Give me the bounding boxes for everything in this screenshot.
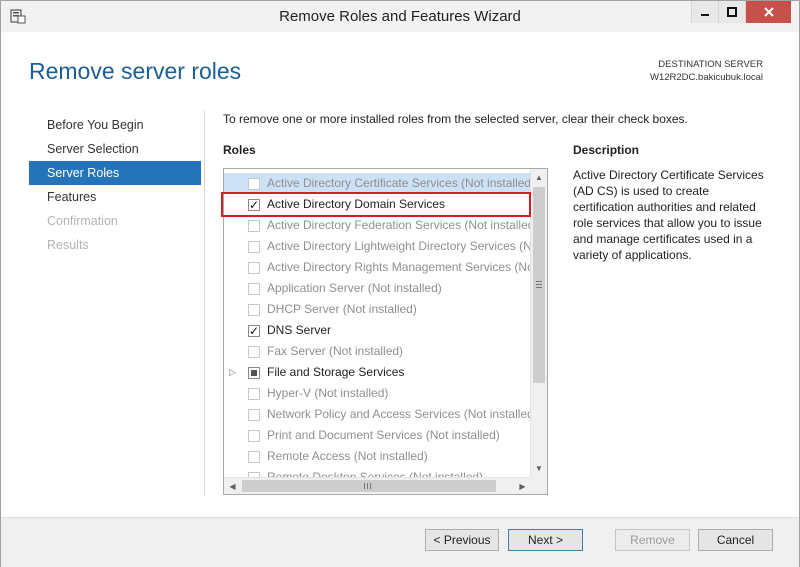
remove-button: Remove: [615, 529, 690, 551]
close-button[interactable]: [745, 1, 791, 23]
window-title: Remove Roles and Features Wizard: [279, 8, 521, 25]
maximize-button[interactable]: [718, 1, 745, 23]
instructions-text: To remove one or more installed roles fr…: [223, 112, 688, 126]
annotation-highlight-box: [221, 192, 531, 217]
role-label: DNS Server: [267, 323, 332, 337]
nav-item-confirmation: Confirmation: [47, 214, 118, 228]
roles-list-rows: Active Directory Certificate Services (N…: [224, 173, 531, 488]
role-label: Active Directory Federation Services (No…: [267, 218, 531, 232]
role-row-ad-federation-services[interactable]: Active Directory Federation Services (No…: [224, 215, 531, 236]
role-checkbox[interactable]: [248, 283, 260, 295]
vertical-scroll-thumb[interactable]: [533, 187, 545, 383]
description-heading: Description: [573, 143, 640, 157]
scroll-down-arrow-icon[interactable]: ▼: [531, 460, 547, 477]
grip-icon: [536, 281, 542, 288]
description-text: Active Directory Certificate Services (A…: [573, 168, 764, 262]
role-label: Application Server (Not installed): [267, 281, 442, 295]
nav-divider: [204, 111, 205, 496]
previous-button[interactable]: < Previous: [425, 529, 499, 551]
destination-label: DESTINATION SERVER: [658, 59, 763, 70]
role-label: Active Directory Lightweight Directory S…: [267, 239, 531, 253]
scroll-right-arrow-icon[interactable]: ▶: [514, 478, 531, 494]
role-row-print-and-document-services[interactable]: Print and Document Services (Not install…: [224, 425, 531, 446]
vertical-scrollbar[interactable]: ▲ ▼: [530, 169, 547, 477]
maximize-icon: [727, 7, 737, 17]
role-checkbox[interactable]: [248, 220, 260, 232]
page-title: Remove server roles: [29, 58, 242, 84]
role-label: Hyper-V (Not installed): [267, 386, 389, 400]
destination-server-info: DESTINATION SERVER W12R2DC.bakicubuk.loc…: [650, 58, 763, 84]
role-checkbox[interactable]: [248, 367, 260, 379]
wizard-footer: < Previous Next > Remove Cancel: [1, 517, 799, 567]
role-checkbox[interactable]: [248, 346, 260, 358]
minimize-button[interactable]: [691, 1, 718, 23]
role-row-dns-server[interactable]: DNS Server: [224, 320, 531, 341]
scroll-left-arrow-icon[interactable]: ◀: [224, 478, 241, 494]
role-label: Active Directory Rights Management Servi…: [267, 260, 531, 274]
title-bar[interactable]: Remove Roles and Features Wizard: [1, 1, 799, 32]
wizard-nav: Before You Begin Server Selection Server…: [29, 113, 201, 257]
nav-item-results: Results: [47, 238, 89, 252]
next-button[interactable]: Next >: [508, 529, 583, 551]
window-controls: [691, 1, 791, 23]
role-label: Active Directory Certificate Services (N…: [267, 176, 531, 190]
role-row-ad-lightweight-directory-services[interactable]: Active Directory Lightweight Directory S…: [224, 236, 531, 257]
horizontal-scrollbar[interactable]: ◀ ▶: [224, 477, 531, 494]
nav-item-before-you-begin[interactable]: Before You Begin: [29, 113, 201, 137]
role-row-fax-server[interactable]: Fax Server (Not installed): [224, 341, 531, 362]
role-checkbox[interactable]: [248, 178, 260, 190]
role-checkbox[interactable]: [248, 262, 260, 274]
role-row-file-and-storage-services[interactable]: ▷ File and Storage Services: [224, 362, 531, 383]
role-checkbox[interactable]: [248, 430, 260, 442]
role-checkbox[interactable]: [248, 451, 260, 463]
cancel-button[interactable]: Cancel: [698, 529, 773, 551]
role-row-remote-access[interactable]: Remote Access (Not installed): [224, 446, 531, 467]
role-row-network-policy-and-access[interactable]: Network Policy and Access Services (Not …: [224, 404, 531, 425]
nav-item-features[interactable]: Features: [29, 185, 201, 209]
role-checkbox[interactable]: [248, 409, 260, 421]
role-row-dhcp-server[interactable]: DHCP Server (Not installed): [224, 299, 531, 320]
wizard-window: Remove Roles and Features Wizard Remove …: [0, 0, 800, 567]
role-label: Network Policy and Access Services (Not …: [267, 407, 531, 421]
role-checkbox[interactable]: [248, 241, 260, 253]
role-checkbox[interactable]: [248, 321, 260, 341]
role-row-ad-certificate-services[interactable]: Active Directory Certificate Services (N…: [224, 173, 531, 194]
expand-arrow-icon[interactable]: ▷: [229, 362, 236, 383]
role-label: DHCP Server (Not installed): [267, 302, 417, 316]
destination-server-name: W12R2DC.bakicubuk.local: [650, 72, 763, 83]
role-label: File and Storage Services: [267, 365, 405, 379]
role-label: Remote Access (Not installed): [267, 449, 428, 463]
nav-item-server-roles[interactable]: Server Roles: [29, 161, 201, 185]
scroll-up-arrow-icon[interactable]: ▲: [531, 169, 547, 186]
role-row-application-server[interactable]: Application Server (Not installed): [224, 278, 531, 299]
horizontal-scroll-thumb[interactable]: [242, 480, 496, 492]
role-checkbox[interactable]: [248, 388, 260, 400]
role-row-hyper-v[interactable]: Hyper-V (Not installed): [224, 383, 531, 404]
roles-list[interactable]: Active Directory Certificate Services (N…: [223, 168, 548, 495]
close-icon: [763, 7, 774, 17]
roles-heading: Roles: [223, 143, 256, 157]
role-label: Fax Server (Not installed): [267, 344, 404, 358]
minimize-icon: [700, 7, 710, 17]
role-label: Print and Document Services (Not install…: [267, 428, 500, 442]
role-checkbox[interactable]: [248, 304, 260, 316]
role-row-ad-rights-management-services[interactable]: Active Directory Rights Management Servi…: [224, 257, 531, 278]
nav-item-server-selection[interactable]: Server Selection: [29, 137, 201, 161]
grip-icon: [364, 483, 371, 489]
scrollbar-corner: [530, 477, 547, 494]
wizard-header: Remove server roles DESTINATION SERVER W…: [1, 32, 799, 110]
